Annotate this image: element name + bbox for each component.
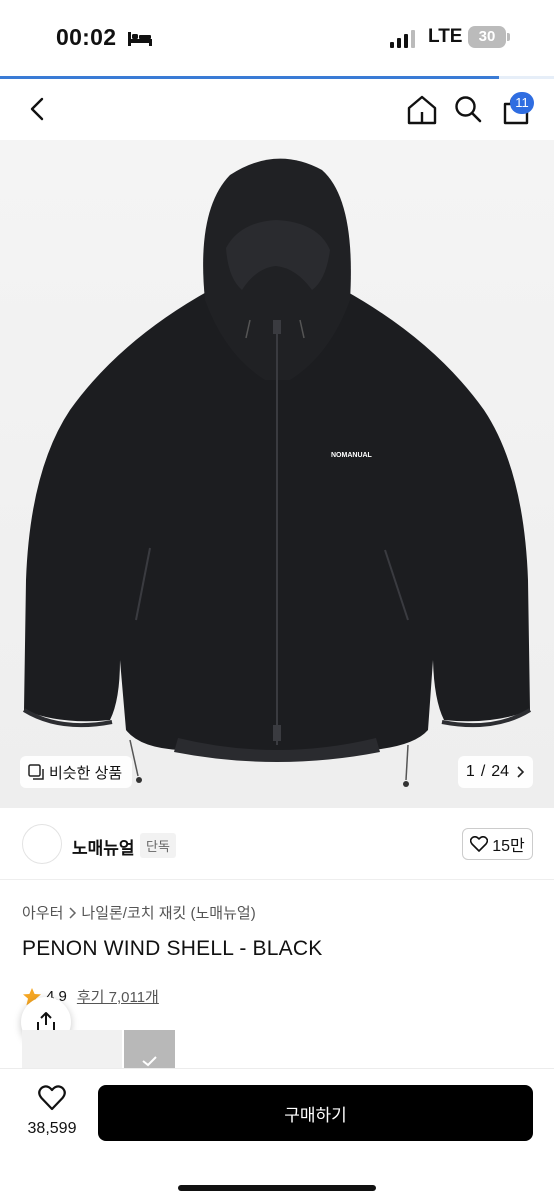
product-image-carousel[interactable]: NOMANUAL 비슷한 상품 1 / 24: [0, 140, 554, 808]
brand-logo[interactable]: [22, 824, 62, 864]
back-icon[interactable]: [24, 94, 54, 124]
top-nav: [0, 80, 554, 140]
brand-row[interactable]: 노매뉴얼 단독 15만: [0, 808, 554, 880]
product-jacket-image: NOMANUAL: [22, 158, 532, 787]
brand-like-button[interactable]: 15만: [462, 828, 533, 860]
page-current: 1: [465, 763, 475, 780]
image-page-indicator[interactable]: 1 / 24: [458, 756, 533, 788]
status-bar: 00:02 LTE 30: [0, 0, 554, 76]
breadcrumb: 아우터 나일론/코치 재킷 (노매뉴얼): [22, 902, 256, 923]
option-thumbnail-selected[interactable]: [124, 1030, 175, 1068]
home-indicator: [178, 1185, 376, 1191]
buy-button[interactable]: 구매하기: [98, 1085, 533, 1141]
page-separator: /: [480, 763, 486, 780]
battery-icon: 30: [468, 26, 510, 48]
similar-items-icon: [28, 764, 44, 780]
breadcrumb-item-subcategory[interactable]: 나일론/코치 재킷 (노매뉴얼): [81, 902, 255, 923]
search-icon[interactable]: [453, 94, 483, 124]
heart-icon: [470, 836, 489, 852]
status-time: 00:02: [56, 24, 117, 50]
page-total: 24: [491, 763, 510, 780]
brand-like-count: 15만: [492, 838, 525, 855]
review-count-link[interactable]: 후기 7,011개: [77, 986, 159, 1007]
wishlist-count: 38,599: [27, 1120, 77, 1137]
option-thumbnail[interactable]: [22, 1030, 122, 1068]
page-progress-fill: [0, 76, 499, 79]
cart-count-badge: 11: [510, 92, 534, 114]
page-progress-bar: [0, 76, 554, 79]
home-icon[interactable]: [406, 94, 438, 126]
brand-name[interactable]: 노매뉴얼: [72, 834, 135, 859]
check-icon: [142, 1056, 157, 1067]
bottom-action-bar: 38,599 구매하기: [0, 1068, 554, 1200]
breadcrumb-item-category[interactable]: 아우터: [22, 902, 63, 923]
wishlist-button[interactable]: 38,599: [18, 1085, 86, 1141]
product-title: PENON WIND SHELL - BLACK: [22, 937, 323, 960]
heart-icon: [38, 1085, 66, 1111]
chevron-right-icon: [517, 766, 525, 778]
similar-products-button[interactable]: 비슷한 상품: [20, 756, 133, 788]
jacket-logo-text: NOMANUAL: [331, 452, 373, 459]
bed-icon: [128, 32, 152, 46]
exclusive-badge: 단독: [140, 833, 176, 858]
similar-products-label: 비슷한 상품: [49, 764, 123, 782]
network-label: LTE: [428, 26, 463, 47]
chevron-right-icon: [69, 906, 77, 919]
signal-icon: [390, 30, 415, 48]
